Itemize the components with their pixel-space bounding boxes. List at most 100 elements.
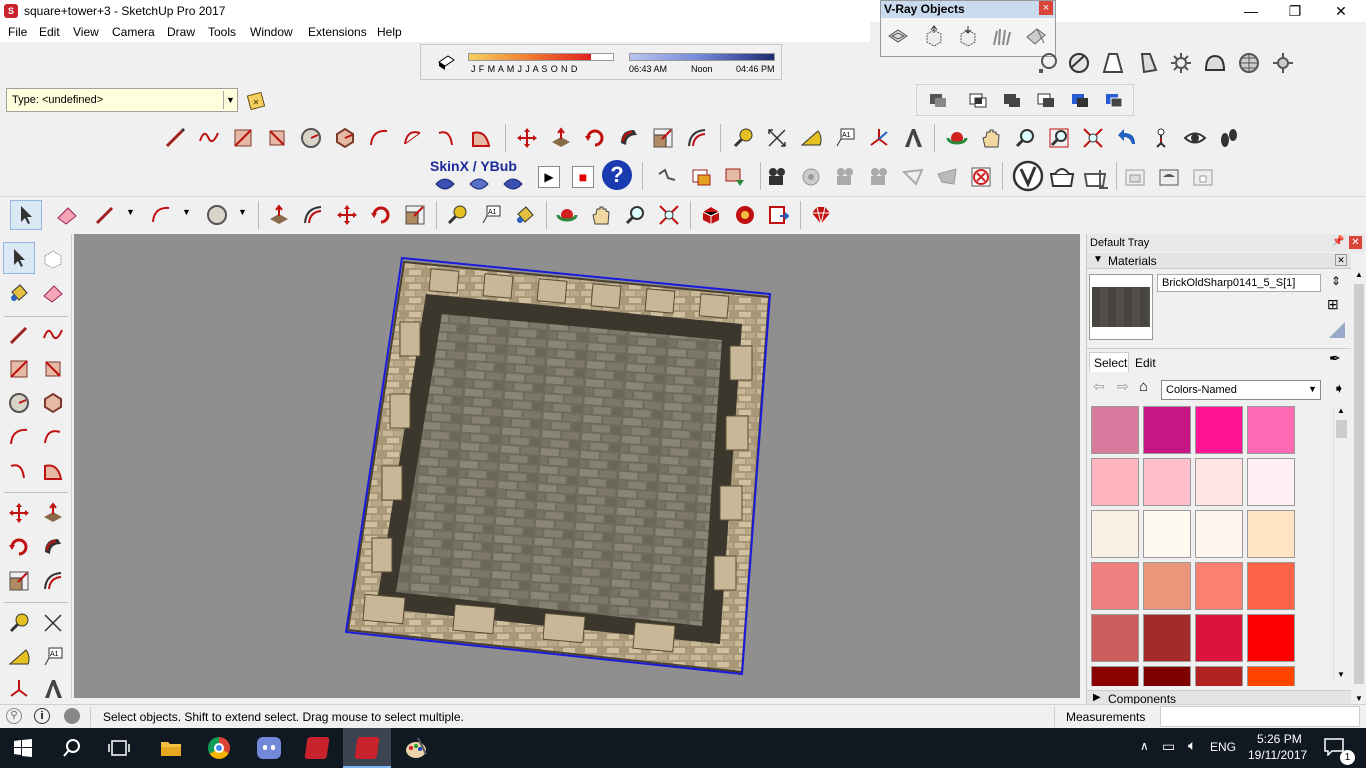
scroll-up-icon[interactable]: ▲ — [1337, 406, 1345, 415]
type-selector-field[interactable]: Type: <undefined> ▼ — [6, 88, 238, 112]
network-icon[interactable]: ▭ — [1162, 738, 1175, 755]
left-push-pull-icon[interactable] — [40, 500, 66, 526]
menu-edit[interactable]: Edit — [39, 25, 60, 39]
tray-scroll-thumb[interactable] — [1354, 284, 1364, 684]
scene-export-icon[interactable] — [688, 164, 714, 190]
tape-measure-tool-icon[interactable] — [444, 202, 470, 228]
material-swatch[interactable] — [1247, 562, 1295, 610]
left-three-point-arc-icon[interactable] — [6, 458, 32, 484]
walk-tool-icon[interactable] — [1216, 125, 1242, 151]
chevron-down-icon[interactable]: ▼ — [126, 207, 135, 217]
home-icon[interactable]: ⌂ — [1139, 378, 1148, 395]
volume-icon[interactable]: 🔈︎ — [1188, 737, 1196, 754]
polygon-tool-icon[interactable] — [332, 125, 358, 151]
sketchup-taskbar-icon[interactable] — [304, 737, 330, 759]
pan-tool-icon[interactable] — [978, 125, 1004, 151]
menu-extensions[interactable]: Extensions — [308, 25, 367, 39]
material-swatch[interactable] — [1195, 666, 1243, 686]
dimension-tool-icon[interactable] — [764, 125, 790, 151]
search-icon[interactable] — [62, 738, 82, 758]
previous-view-icon[interactable] — [1114, 125, 1140, 151]
file-explorer-icon[interactable] — [160, 738, 182, 758]
credits-icon[interactable]: i — [34, 708, 50, 724]
freehand-tool-icon[interactable] — [196, 125, 222, 151]
left-freehand-tool-icon[interactable] — [40, 322, 66, 348]
clock-time[interactable]: 5:26 PM — [1257, 732, 1302, 746]
move-tool-icon[interactable] — [514, 125, 540, 151]
arc-tool-dropdown-icon[interactable] — [148, 202, 174, 228]
paint-bucket-tool-icon[interactable] — [512, 202, 538, 228]
three-point-arc-tool-icon[interactable] — [434, 125, 460, 151]
geolocation-icon[interactable]: ⚲ — [6, 708, 22, 724]
scene-import-icon[interactable] — [722, 164, 748, 190]
vray-proxy-export-icon[interactable] — [955, 23, 981, 49]
two-point-arc-tool-icon[interactable] — [400, 125, 426, 151]
skinx-stop-button[interactable]: ■ — [572, 166, 594, 188]
vray-render-icon[interactable] — [1012, 160, 1044, 192]
drawing-viewport[interactable] — [74, 234, 1080, 698]
scroll-down-icon[interactable]: ▼ — [1355, 694, 1363, 703]
wireframe-icon[interactable] — [1100, 50, 1126, 76]
zoom-window-tool-icon[interactable] — [1046, 125, 1072, 151]
vray-proxy-import-icon[interactable] — [921, 23, 947, 49]
material-swatch[interactable] — [1195, 458, 1243, 506]
measurements-input[interactable] — [1160, 706, 1360, 727]
scale-tool-icon[interactable] — [402, 202, 428, 228]
orbit-tool-icon[interactable] — [554, 202, 580, 228]
text-tool-icon[interactable]: A1 — [832, 125, 858, 151]
push-pull-tool-icon[interactable] — [266, 202, 292, 228]
material-swatch[interactable] — [1143, 666, 1191, 686]
left-select-tool-button[interactable] — [3, 242, 35, 274]
rotated-rectangle-tool-icon[interactable] — [264, 125, 290, 151]
back-edges-icon[interactable] — [1066, 50, 1092, 76]
material-swatch[interactable] — [1143, 562, 1191, 610]
make-component-icon[interactable] — [40, 246, 66, 272]
material-swatch[interactable] — [1143, 406, 1191, 454]
chevron-down-icon[interactable]: ▼ — [223, 91, 237, 109]
axes-tool-icon[interactable] — [866, 125, 892, 151]
chrome-icon[interactable] — [208, 737, 230, 759]
outer-shell-icon[interactable] — [925, 87, 951, 113]
send-to-layout-icon[interactable] — [766, 202, 792, 228]
skinx-tool-3-icon[interactable] — [500, 170, 526, 196]
language-indicator[interactable]: ENG — [1210, 740, 1236, 754]
chevron-down-icon[interactable]: ▼ — [1308, 384, 1317, 394]
pan-tool-icon[interactable] — [588, 202, 614, 228]
dynamic-component-attributes-icon[interactable] — [244, 86, 270, 112]
left-axes-tool-icon[interactable] — [6, 676, 32, 702]
left-rotate-tool-icon[interactable] — [6, 534, 32, 560]
materials-panel-header[interactable]: ▼ Materials ✕ — [1087, 253, 1351, 269]
pin-icon[interactable]: 📌 — [1332, 236, 1344, 247]
windows-start-icon[interactable] — [14, 739, 32, 757]
camera-add-icon[interactable] — [832, 164, 858, 190]
month-slider[interactable] — [468, 53, 614, 61]
move-tool-icon[interactable] — [334, 202, 360, 228]
line-tool-dropdown-icon[interactable] — [92, 202, 118, 228]
follow-me-tool-icon[interactable] — [616, 125, 642, 151]
sun-settings-icon[interactable] — [1270, 50, 1296, 76]
panel-close-icon[interactable]: ✕ — [1335, 254, 1347, 266]
left-text-tool-icon[interactable]: A1 — [40, 644, 66, 670]
tab-select[interactable]: Select — [1089, 352, 1129, 372]
left-paint-bucket-icon[interactable] — [6, 280, 32, 306]
restore-button[interactable]: ❐ — [1272, 0, 1318, 22]
shaded-icon[interactable] — [1168, 50, 1194, 76]
offset-tool-icon[interactable] — [684, 125, 710, 151]
clock-date[interactable]: 19/11/2017 — [1248, 748, 1307, 762]
material-swatch[interactable] — [1195, 614, 1243, 662]
extension-warehouse-icon[interactable] — [732, 202, 758, 228]
shape-tool-dropdown-icon[interactable] — [204, 202, 230, 228]
xray-icon[interactable] — [1034, 50, 1060, 76]
display-secondary-icon[interactable]: ⇕ — [1331, 274, 1341, 288]
rectangle-tool-icon[interactable] — [230, 125, 256, 151]
camera-remove-icon[interactable] — [866, 164, 892, 190]
zoom-tool-icon[interactable] — [622, 202, 648, 228]
left-3d-text-icon[interactable] — [40, 676, 66, 702]
vray-asset-editor-icon[interactable] — [1080, 160, 1112, 192]
material-swatch[interactable] — [1195, 406, 1243, 454]
left-scale-tool-icon[interactable] — [6, 568, 32, 594]
tape-measure-tool-icon[interactable] — [730, 125, 756, 151]
tower-model[interactable] — [74, 234, 1080, 698]
left-rotated-rectangle-icon[interactable] — [40, 356, 66, 382]
shaded-textures-icon[interactable] — [1202, 50, 1228, 76]
